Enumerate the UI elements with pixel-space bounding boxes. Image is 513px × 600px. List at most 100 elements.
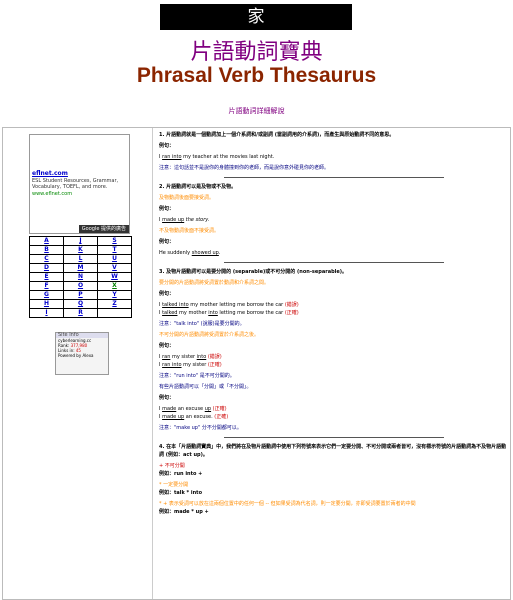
symbol-nonseparable: + 不可分開 xyxy=(159,463,185,469)
ad-description: ESL Student Resources, Grammar, Vocabula… xyxy=(32,178,119,190)
symbol-both: * + 表示受詞可以放在這兩個位置中的任何一個 -- 但如果受詞為代名詞，則一定… xyxy=(159,501,416,507)
letter-link-d[interactable]: D xyxy=(29,263,64,273)
detail-explanation-link[interactable]: 片語動詞詳細解說 xyxy=(0,106,513,116)
divider xyxy=(223,177,444,178)
letter-link-k[interactable]: K xyxy=(63,245,98,255)
text: my sister xyxy=(181,362,208,368)
letter-link-t[interactable]: T xyxy=(97,245,132,255)
error-tag: (錯誤) xyxy=(284,302,299,308)
example-sentence: I made up an excuse. (正確) xyxy=(159,413,508,421)
symbol-example: 例如：made * up + xyxy=(159,509,209,515)
letter-link-j[interactable]: J xyxy=(63,236,98,246)
letter-link-o[interactable]: O xyxy=(63,281,98,291)
content-frame: eflnet.com ESL Student Resources, Gramma… xyxy=(2,127,511,600)
phrasal-verb-link[interactable]: into xyxy=(197,354,207,360)
letter-link-g[interactable]: G xyxy=(29,290,64,300)
alphabet-row: ENW xyxy=(29,272,132,282)
letter-link-z[interactable]: Z xyxy=(97,299,132,309)
phrasal-verb-link[interactable]: talked xyxy=(162,310,177,316)
correct-tag: (正確) xyxy=(207,362,222,368)
letter-link-w[interactable]: W xyxy=(97,272,132,282)
ad-url[interactable]: www.eflnet.com xyxy=(32,191,127,197)
alphabet-row: IR xyxy=(29,308,132,318)
text: an excuse. xyxy=(184,414,215,420)
note: 注意："run into" 是不可分開的。 xyxy=(159,373,235,379)
intransitive-desc: 不及物動詞後面不接受詞。 xyxy=(159,228,220,234)
letter-link-e[interactable]: E xyxy=(29,272,64,282)
phrasal-verb-link[interactable]: talked into xyxy=(162,302,189,308)
letter-cell-empty xyxy=(97,308,132,318)
correct-tag: (正確) xyxy=(211,406,227,412)
note: 注意："talk into" (說服)是要分開的。 xyxy=(159,321,245,327)
phrasal-verb-link[interactable]: into xyxy=(208,310,218,316)
letter-link-p[interactable]: P xyxy=(63,290,98,300)
text: my sister xyxy=(170,354,197,360)
letter-link-s[interactable]: S xyxy=(97,236,132,246)
letter-link-l[interactable]: L xyxy=(63,254,98,264)
example-sentence: I made up the story. xyxy=(159,216,508,224)
section-2-heading: 2. 片語動詞可以是及物或不及物。 xyxy=(159,184,237,190)
correct-tag: (正確) xyxy=(214,414,229,420)
letter-link-n[interactable]: N xyxy=(63,272,98,282)
google-ad[interactable]: eflnet.com ESL Student Resources, Gramma… xyxy=(29,134,130,234)
letter-link-m[interactable]: M xyxy=(63,263,98,273)
alphabet-index: AJSBKTCLUDMVENWFOXGPYHQZIR xyxy=(29,236,132,318)
ad-badge[interactable]: Google 提供的廣告 xyxy=(78,225,129,233)
example-label: 例句： xyxy=(159,343,175,349)
divider xyxy=(223,437,444,438)
letter-link-i[interactable]: I xyxy=(29,308,64,318)
text: an excuse xyxy=(176,406,205,412)
section-3-heading: 3. 及物片語動詞可以是要分開的 (separable)或不可分開的 (non-… xyxy=(159,269,348,275)
alphabet-row: BKT xyxy=(29,245,132,255)
alphabet-row: GPY xyxy=(29,290,132,300)
nonseparable-desc: 不可分開的片語動詞將受詞置於介系詞之後。 xyxy=(159,332,260,338)
letter-link-u[interactable]: U xyxy=(97,254,132,264)
symbol-separable: * 一定要分開 xyxy=(159,482,189,488)
example-sentence: I talked into my mother letting me borro… xyxy=(159,301,508,309)
note: 有些片語動詞可以「分開」或「不分開」。 xyxy=(159,384,252,390)
alphabet-row: HQZ xyxy=(29,299,132,309)
letter-link-x[interactable]: X xyxy=(97,281,132,291)
text: He suddenly xyxy=(159,250,192,256)
phrasal-verb-link[interactable]: made up xyxy=(162,414,184,420)
phrasal-verb-link[interactable]: ran into xyxy=(162,362,181,368)
letter-link-h[interactable]: H xyxy=(29,299,64,309)
example-sentence: I ran into my teacher at the movies last… xyxy=(159,153,508,161)
section-4-heading: 4. 在本「片語動詞寶典」中，我們將在及物片語動詞中使用下列符號來表示它們一定要… xyxy=(159,444,507,458)
letter-link-a[interactable]: A xyxy=(29,236,64,246)
letter-link-q[interactable]: Q xyxy=(63,299,98,309)
ad-title[interactable]: eflnet.com xyxy=(32,171,129,177)
section-1-heading: 1. 片語動詞就是一個動詞加上一個介系詞和/或副詞 (當副詞用的介系詞)，而產生… xyxy=(159,132,395,138)
example-sentence: I ran my sister into (錯誤) xyxy=(159,353,508,361)
example-sentence: I made an excuse up (正確) xyxy=(159,405,508,413)
page-title-english: Phrasal Verb Thesaurus xyxy=(136,64,377,87)
letter-link-y[interactable]: Y xyxy=(97,290,132,300)
phrasal-verb-link[interactable]: made xyxy=(162,406,176,412)
example-sentence: I talked my mother into letting me borro… xyxy=(159,309,508,317)
alphabet-row: FOX xyxy=(29,281,132,291)
symbol-example: 例如：run into + xyxy=(159,471,203,477)
left-sidebar: eflnet.com ESL Student Resources, Gramma… xyxy=(3,128,153,599)
main-content: 1. 片語動詞就是一個動詞加上一個介系詞和/或副詞 (當副詞用的介系詞)，而產生… xyxy=(155,128,510,599)
page-title-chinese: 片語動詞寶典 xyxy=(190,40,323,65)
text: my mother letting me borrow the car xyxy=(188,302,285,308)
alphabet-row: CLU xyxy=(29,254,132,264)
alphabet-row: DMV xyxy=(29,263,132,273)
letter-link-v[interactable]: V xyxy=(97,263,132,273)
phrasal-verb-link[interactable]: ran into xyxy=(162,154,181,160)
example-label: 例句： xyxy=(159,395,175,401)
letter-link-f[interactable]: F xyxy=(29,281,64,291)
letter-link-b[interactable]: B xyxy=(29,245,64,255)
text: the story. xyxy=(184,217,210,223)
letter-link-r[interactable]: R xyxy=(63,308,98,318)
phrasal-verb-link[interactable]: showed up xyxy=(192,250,219,256)
letter-link-c[interactable]: C xyxy=(29,254,64,264)
example-label: 例句： xyxy=(159,291,175,297)
site-info-widget[interactable]: Site Info cyberlearning.cc Rank: 377,980… xyxy=(55,332,109,375)
phrasal-verb-link[interactable]: made up xyxy=(162,217,184,223)
note: 注意："make up" 分不分開都可以。 xyxy=(159,425,242,431)
home-link[interactable]: 家 xyxy=(160,4,352,30)
text: . xyxy=(218,250,221,256)
example-label: 例句： xyxy=(159,206,175,212)
note: 注意：這句話並不是說你的身體撞到你的老師，而是說你意外碰見你的老師。 xyxy=(159,165,330,171)
